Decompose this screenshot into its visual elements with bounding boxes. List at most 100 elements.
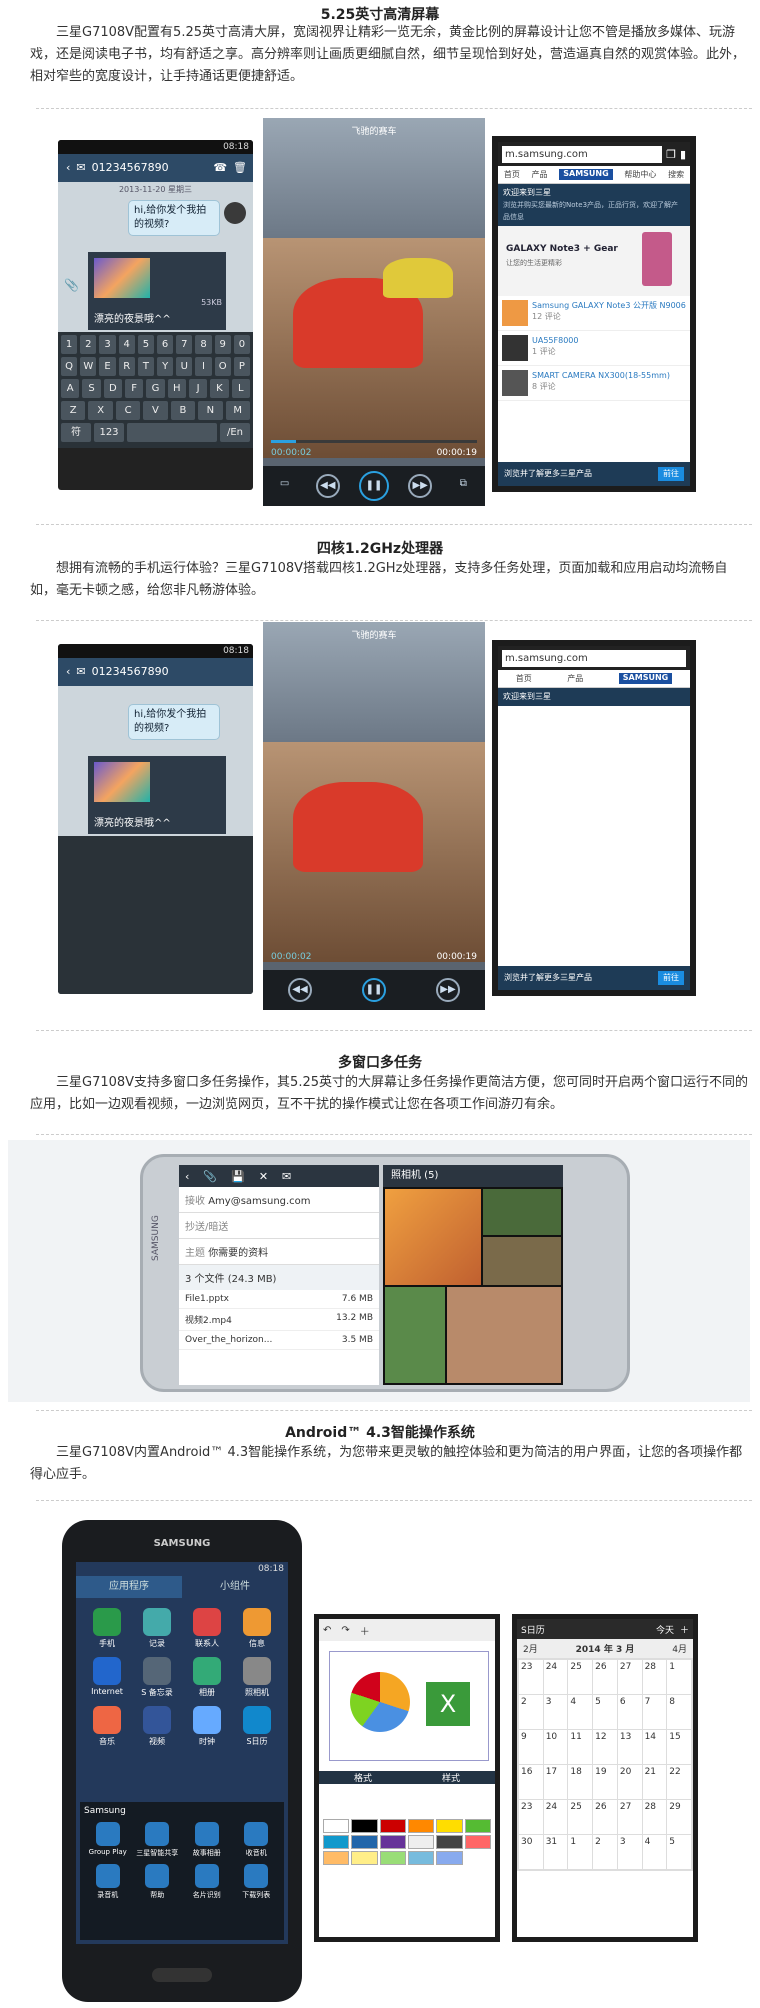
calendar-day[interactable]: 3 xyxy=(543,1695,568,1729)
mms-attachment[interactable]: 53KB 漂亮的夜景哦^^ xyxy=(88,252,226,330)
go-button[interactable]: 前往 xyxy=(658,467,684,481)
photo-thumbnail[interactable] xyxy=(483,1189,561,1235)
key-D[interactable]: D xyxy=(103,379,122,398)
calendar-day[interactable]: 22 xyxy=(667,1765,691,1799)
forward-icon[interactable]: ▶▶ xyxy=(408,474,433,498)
nav-home[interactable]: 首页 xyxy=(504,169,520,180)
calendar-day[interactable]: 8 xyxy=(667,1695,691,1729)
app-icon-8[interactable]: 音乐 xyxy=(84,1706,130,1747)
app-icon-0[interactable]: 手机 xyxy=(84,1608,130,1649)
rewind-icon[interactable]: ◀◀ xyxy=(288,978,312,1002)
key-L[interactable]: L xyxy=(231,379,250,398)
symbol-key[interactable]: 符 xyxy=(61,423,91,442)
product-row[interactable]: UA55F8000 1 评论 xyxy=(498,331,690,366)
calendar-day[interactable]: 2 xyxy=(593,1835,617,1869)
calendar-day[interactable]: 11 xyxy=(568,1730,593,1764)
undo-icon[interactable]: ↶ xyxy=(323,1625,331,1636)
calendar-day[interactable]: 28 xyxy=(642,1800,667,1834)
back-icon[interactable]: ‹ xyxy=(185,1170,189,1183)
key-R[interactable]: R xyxy=(118,357,135,376)
app-icon-5[interactable]: S 备忘录 xyxy=(134,1657,180,1698)
calendar-day[interactable]: 21 xyxy=(642,1765,667,1799)
tab-apps[interactable]: 应用程序 xyxy=(76,1576,182,1598)
back-icon[interactable]: ‹ xyxy=(66,658,70,686)
color-swatch[interactable] xyxy=(323,1835,350,1849)
url-input[interactable]: m.samsung.com xyxy=(502,649,686,667)
calendar-day[interactable]: 1 xyxy=(568,1835,593,1869)
attachment-summary[interactable]: 3 个文件 (24.3 MB) xyxy=(179,1265,379,1290)
key-E[interactable]: E xyxy=(99,357,116,376)
pause-icon[interactable]: ❚❚ xyxy=(358,471,389,501)
folder-app-7[interactable]: 下载列表 xyxy=(233,1864,281,1900)
key-T[interactable]: T xyxy=(137,357,155,376)
calendar-day[interactable]: 12 xyxy=(593,1730,617,1764)
color-swatch[interactable] xyxy=(408,1819,435,1833)
key-H[interactable]: H xyxy=(167,379,186,398)
calendar-day[interactable]: 28 xyxy=(642,1660,667,1694)
url-input[interactable]: m.samsung.com xyxy=(502,145,663,163)
color-swatch[interactable] xyxy=(379,1851,406,1865)
calendar-day[interactable]: 3 xyxy=(617,1835,642,1869)
space-key[interactable] xyxy=(127,423,217,442)
app-icon-9[interactable]: 视频 xyxy=(134,1706,180,1747)
key-7[interactable]: 7 xyxy=(176,335,193,354)
color-swatch[interactable] xyxy=(436,1851,463,1865)
number-key[interactable]: 123 xyxy=(94,423,124,442)
calendar-day[interactable]: 16 xyxy=(519,1765,543,1799)
color-swatch[interactable] xyxy=(323,1851,350,1865)
popup-play-icon[interactable]: ⧉ xyxy=(451,474,475,498)
calendar-day[interactable]: 4 xyxy=(568,1695,593,1729)
app-icon-7[interactable]: 照相机 xyxy=(234,1657,280,1698)
color-swatch[interactable] xyxy=(351,1835,378,1849)
calendar-day[interactable]: 29 xyxy=(667,1800,691,1834)
key-U[interactable]: U xyxy=(176,357,193,376)
calendar-day[interactable]: 15 xyxy=(667,1730,691,1764)
calendar-day[interactable]: 14 xyxy=(642,1730,667,1764)
rewind-icon[interactable]: ◀◀ xyxy=(315,474,340,498)
key-K[interactable]: K xyxy=(210,379,229,398)
calendar-day[interactable]: 31 xyxy=(543,1835,568,1869)
color-swatch[interactable] xyxy=(379,1819,406,1833)
key-3[interactable]: 3 xyxy=(99,335,116,354)
calendar-day[interactable]: 18 xyxy=(568,1765,593,1799)
folder-app-5[interactable]: 帮助 xyxy=(134,1864,182,1900)
night-photo-thumbnail[interactable] xyxy=(94,258,150,298)
prev-month[interactable]: 2月 xyxy=(523,1642,538,1655)
color-swatch[interactable] xyxy=(379,1835,406,1849)
folder-app-0[interactable]: Group Play xyxy=(84,1822,132,1858)
calendar-day[interactable]: 1 xyxy=(667,1660,691,1694)
calendar-day[interactable]: 10 xyxy=(543,1730,568,1764)
app-icon-11[interactable]: S日历 xyxy=(234,1706,280,1747)
add-event-icon[interactable]: ＋ xyxy=(680,1623,689,1636)
app-icon-6[interactable]: 相册 xyxy=(184,1657,230,1698)
key-4[interactable]: 4 xyxy=(118,335,135,354)
calendar-day[interactable]: 23 xyxy=(519,1660,543,1694)
nav-search[interactable]: 搜索 xyxy=(668,169,684,180)
key-0[interactable]: 0 xyxy=(233,335,251,354)
file-row[interactable]: 视频2.mp4 13.2 MB xyxy=(179,1309,379,1331)
key-W[interactable]: W xyxy=(80,357,97,376)
calendar-day[interactable]: 6 xyxy=(617,1695,642,1729)
app-icon-4[interactable]: Internet xyxy=(84,1657,130,1698)
app-icon-2[interactable]: 联系人 xyxy=(184,1608,230,1649)
color-swatch[interactable] xyxy=(351,1851,378,1865)
color-swatch[interactable] xyxy=(464,1819,491,1833)
app-icon-1[interactable]: 记录 xyxy=(134,1608,180,1649)
key-Z[interactable]: Z xyxy=(61,401,86,420)
calendar-day[interactable]: 26 xyxy=(593,1660,617,1694)
video-player[interactable]: 飞驰的赛车 00:00:02 00:00:19 ▭ ◀◀ ❚❚ ▶▶ ⧉ xyxy=(263,118,485,506)
key-V[interactable]: V xyxy=(143,401,168,420)
language-key[interactable]: /En xyxy=(220,423,250,442)
calendar-day[interactable]: 27 xyxy=(617,1660,642,1694)
color-swatch[interactable] xyxy=(351,1819,378,1833)
folder-app-2[interactable]: 故事相册 xyxy=(183,1822,231,1858)
key-J[interactable]: J xyxy=(188,379,208,398)
calendar-day[interactable]: 25 xyxy=(568,1800,593,1834)
app-icon-10[interactable]: 时钟 xyxy=(184,1706,230,1747)
key-G[interactable]: G xyxy=(146,379,165,398)
calendar-day[interactable]: 4 xyxy=(642,1835,667,1869)
trash-icon[interactable]: 🗑 xyxy=(233,154,247,182)
close-icon[interactable]: ✕ xyxy=(259,1170,268,1183)
nav-home[interactable]: 首页 xyxy=(516,673,532,684)
night-photo-thumbnail[interactable] xyxy=(94,762,150,802)
